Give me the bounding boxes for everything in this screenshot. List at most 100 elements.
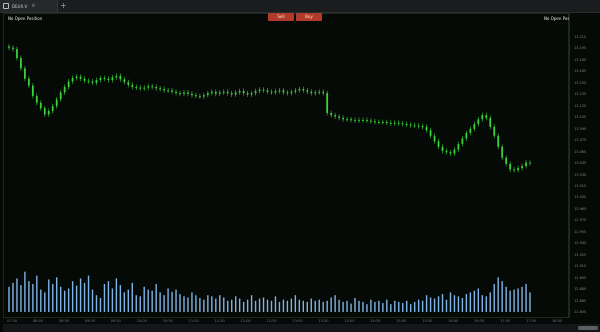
volume-bar — [20, 285, 22, 312]
candle-body — [453, 149, 456, 154]
volume-bar — [469, 292, 472, 312]
candle-body — [429, 130, 432, 136]
price-axis[interactable]: 13.210 13.195 13.180 13.165 13.150 13.135 13.1… — [569, 13, 600, 318]
title-bar: DEUX.V × + — [0, 0, 600, 13]
candle-body — [115, 75, 118, 78]
volume-bar — [409, 304, 412, 312]
volume-bar — [505, 286, 507, 312]
candle-body — [83, 78, 86, 81]
candle-body — [274, 91, 277, 93]
volume-bar — [44, 292, 46, 312]
candle-body — [258, 89, 261, 92]
candle-body — [481, 115, 484, 120]
time-tick-label: 15:00 — [396, 319, 407, 323]
volume-bar — [219, 295, 221, 312]
candle-body — [366, 119, 368, 121]
candle-body — [16, 49, 18, 59]
candle-body — [167, 90, 169, 92]
horizontal-scrollbar[interactable] — [3, 324, 600, 332]
price-tick-label: 13.165 — [574, 69, 587, 74]
time-tick-label: 13:30 — [318, 319, 329, 323]
candle-body — [127, 82, 130, 85]
scrollbar-thumb[interactable] — [578, 326, 598, 330]
volume-bar — [234, 296, 237, 312]
volume-bar — [338, 299, 340, 312]
volume-bar — [314, 300, 316, 312]
candle-body — [358, 119, 360, 121]
volume-bar — [147, 289, 149, 312]
candle-body — [210, 91, 213, 94]
volume-bar — [12, 282, 14, 312]
volume-bar — [342, 301, 344, 312]
volume-bar — [378, 300, 380, 312]
chart-tab[interactable]: DEUX.V × — [0, 0, 58, 12]
price-chart[interactable] — [3, 13, 569, 318]
volume-bar — [310, 298, 312, 312]
candle-body — [370, 120, 372, 122]
candle-body — [103, 78, 106, 79]
candle-body — [342, 117, 344, 120]
sell-button[interactable]: Sell — [268, 13, 294, 21]
volume-bar — [394, 300, 396, 312]
candle-body — [294, 90, 297, 92]
volume-bar — [40, 289, 42, 312]
volume-bar — [354, 298, 356, 312]
candle-body — [242, 91, 245, 94]
candle-body — [310, 91, 313, 94]
volume-bar — [334, 295, 336, 312]
time-tick-label: 14:30 — [370, 319, 381, 323]
volume-bar — [246, 299, 249, 312]
candle-body — [131, 84, 134, 87]
candle-body — [27, 78, 30, 86]
candle-body — [497, 135, 500, 147]
volume-bar — [231, 299, 233, 312]
time-tick-label: 12:00 — [240, 319, 251, 323]
close-icon[interactable]: × — [31, 3, 35, 9]
candle-body — [322, 91, 325, 94]
volume-bar — [135, 295, 137, 312]
candle-body — [381, 122, 384, 123]
buy-button[interactable]: Buy — [296, 13, 322, 21]
volume-bar — [111, 288, 114, 312]
window-icon — [3, 3, 9, 9]
volume-bar — [103, 284, 106, 312]
price-tick-label: 12.940 — [574, 241, 587, 246]
volume-bar — [63, 290, 66, 312]
candle-body — [350, 119, 352, 121]
candle-body — [95, 80, 98, 83]
candle-body — [206, 93, 209, 96]
candle-body — [505, 157, 508, 164]
candle-body — [51, 106, 54, 111]
time-tick-label: 09:30 — [110, 319, 121, 323]
candle-body — [409, 124, 412, 126]
candle-body — [214, 91, 217, 94]
volume-bar — [362, 301, 364, 312]
add-tab-button[interactable]: + — [60, 1, 67, 11]
volume-bar — [298, 299, 301, 312]
volume-bar — [48, 279, 50, 312]
volume-bar — [179, 294, 181, 312]
candle-body — [238, 91, 241, 93]
candle-body — [99, 78, 102, 81]
volume-bar — [187, 297, 189, 312]
volume-bar — [461, 298, 464, 312]
candle-body — [354, 119, 356, 121]
volume-bar — [481, 295, 483, 312]
price-tick-label: 12.850 — [574, 310, 587, 314]
candle-body — [469, 128, 472, 133]
price-tick-label: 12.880 — [574, 287, 587, 292]
candle-body — [218, 92, 221, 94]
volume-bar — [207, 295, 209, 312]
candle-body — [31, 85, 34, 96]
candle-body — [183, 92, 185, 94]
volume-bar — [91, 289, 94, 312]
price-tick-label: 12.955 — [574, 229, 587, 234]
volume-bar — [413, 301, 416, 312]
candle-body — [282, 90, 285, 93]
volume-bar — [398, 301, 400, 312]
position-label-left: No Open Position — [8, 16, 43, 21]
volume-bar — [290, 298, 293, 312]
price-tick-label: 13.180 — [574, 57, 587, 62]
volume-bar — [16, 278, 18, 312]
volume-bar — [286, 300, 289, 312]
